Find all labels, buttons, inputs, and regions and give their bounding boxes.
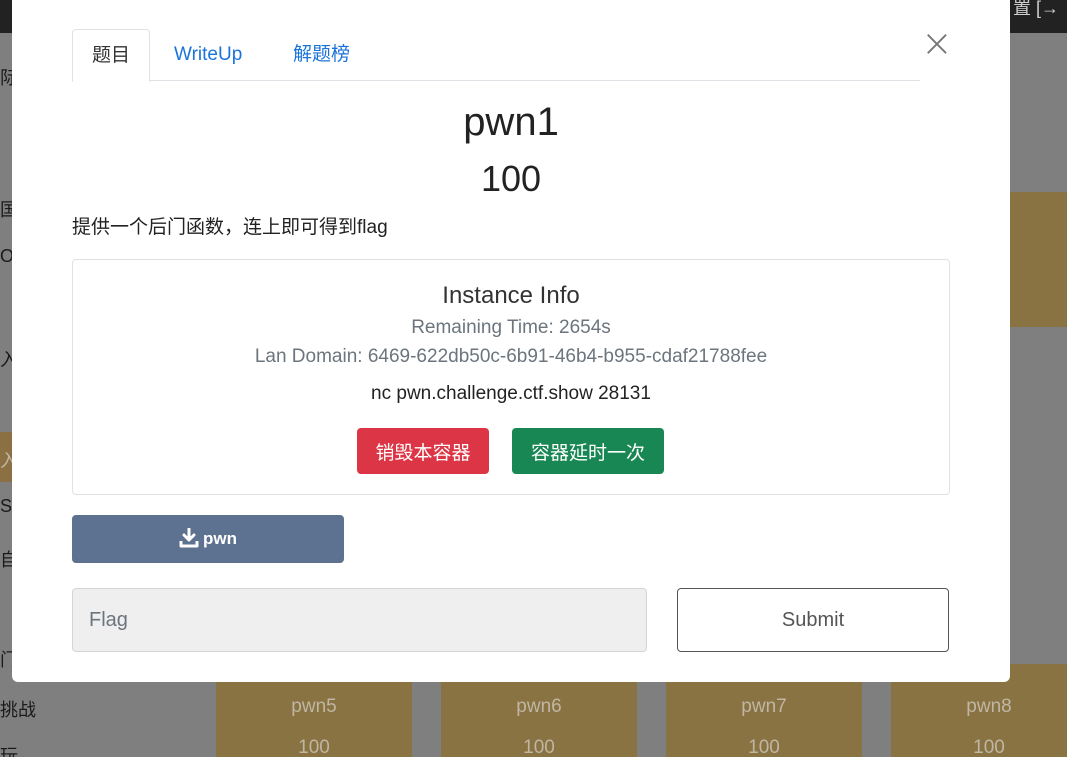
download-icon bbox=[179, 527, 199, 548]
card-name: pwn6 bbox=[516, 696, 562, 717]
close-icon[interactable]: × bbox=[921, 24, 953, 62]
sidebar-fragment: 挑战 bbox=[0, 700, 36, 720]
tab-writeup[interactable]: WriteUp bbox=[155, 29, 261, 81]
card-name: pwn5 bbox=[291, 696, 337, 717]
challenge-points: 100 bbox=[480, 158, 542, 199]
challenge-modal: 题目 WriteUp 解题榜 × pwn1 100 提供一个后门函数，连上即可得… bbox=[12, 0, 1010, 682]
lan-domain: Lan Domain: 6469-622db50c-6b91-46b4-b955… bbox=[254, 346, 768, 367]
download-label: pwn bbox=[203, 529, 237, 548]
flag-input[interactable] bbox=[72, 588, 647, 652]
remaining-time: Remaining Time: 2654s bbox=[411, 317, 611, 338]
instance-title: Instance Info bbox=[442, 282, 580, 309]
card-points: 100 bbox=[298, 737, 330, 757]
extend-container-button[interactable]: 容器延时一次 bbox=[512, 428, 664, 474]
topbar-right-text: 置 [→ bbox=[1012, 0, 1059, 18]
submit-button[interactable]: Submit bbox=[677, 588, 949, 652]
tab-challenge[interactable]: 题目 bbox=[72, 29, 151, 82]
instance-info-card: Instance Info Remaining Time: 2654s Lan … bbox=[72, 259, 950, 495]
card-points: 100 bbox=[523, 737, 555, 757]
card-name: pwn7 bbox=[741, 696, 787, 717]
sidebar-fragment: 玩 bbox=[0, 746, 18, 757]
nc-command: nc pwn.challenge.ctf.show 28131 bbox=[371, 383, 651, 404]
destroy-container-button[interactable]: 销毁本容器 bbox=[357, 428, 489, 474]
tab-solves[interactable]: 解题榜 bbox=[274, 29, 369, 81]
card-points: 100 bbox=[973, 737, 1005, 757]
challenge-card[interactable] bbox=[1010, 192, 1067, 327]
modal-tabs: 题目 WriteUp 解题榜 bbox=[72, 29, 920, 82]
card-points: 100 bbox=[748, 737, 780, 757]
challenge-title: pwn1 bbox=[463, 100, 559, 144]
download-file-button[interactable]: pwn bbox=[72, 515, 344, 563]
challenge-description: 提供一个后门函数，连上即可得到flag bbox=[72, 217, 388, 238]
card-name: pwn8 bbox=[966, 696, 1012, 717]
